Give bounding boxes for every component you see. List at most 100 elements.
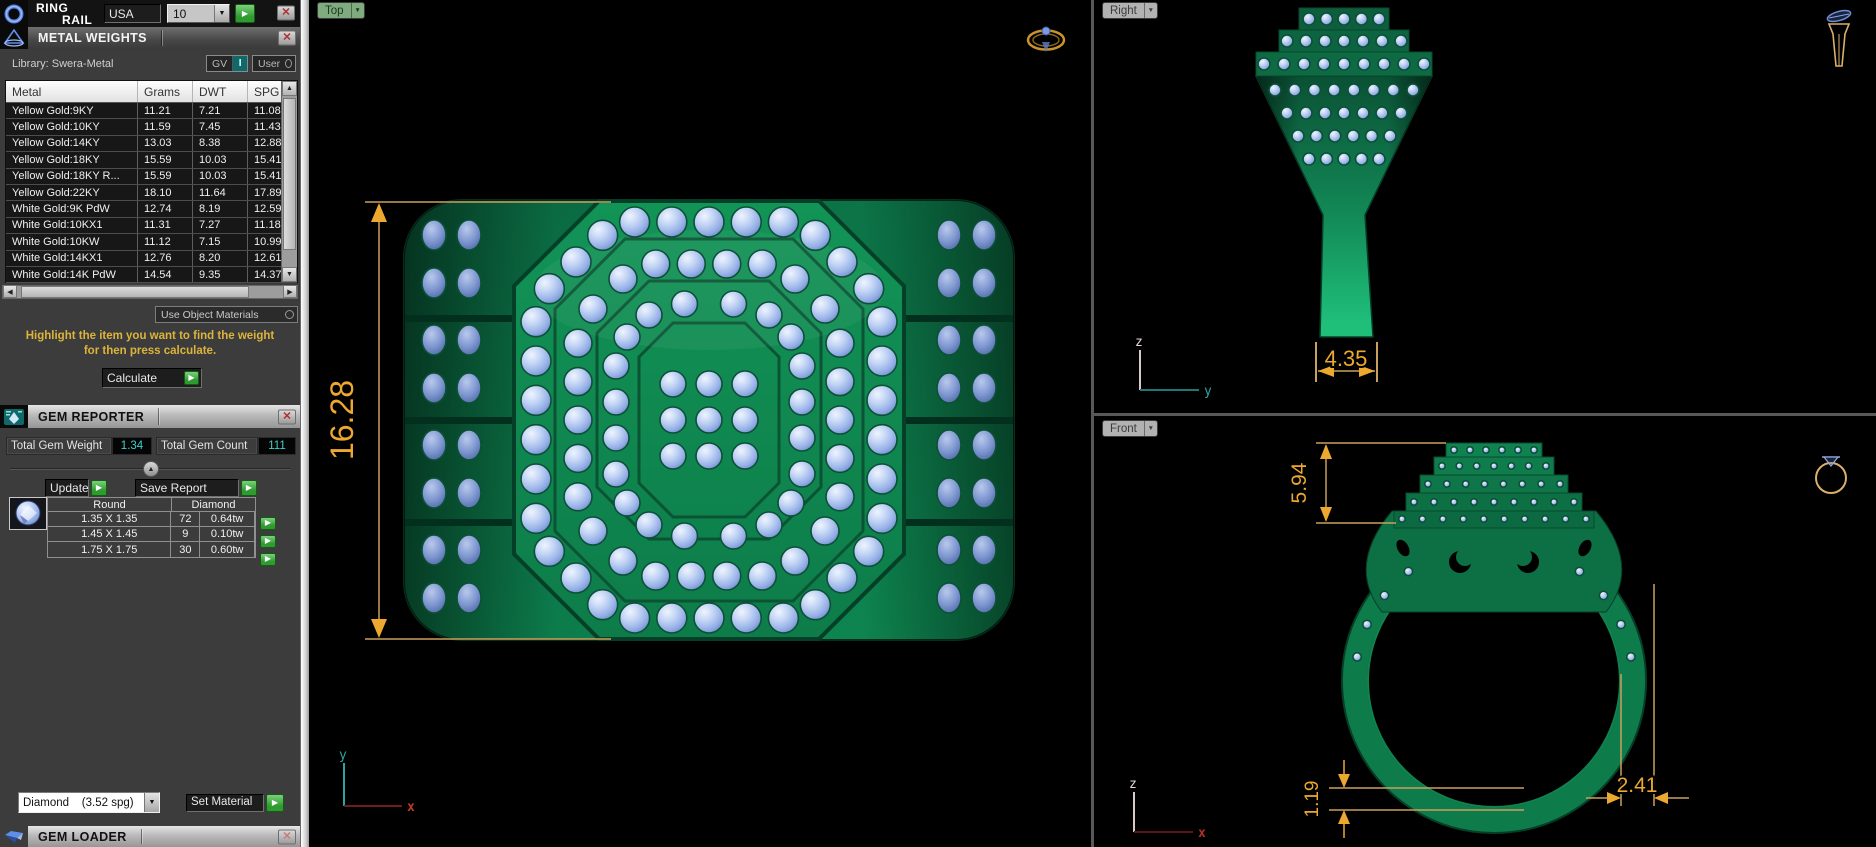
scroll-right-icon[interactable]: ▶ <box>283 285 297 298</box>
scroll-left-icon[interactable]: ◀ <box>3 285 17 298</box>
gv-toggle[interactable]: GV I <box>206 55 248 72</box>
metal-cell: 11.21 <box>138 103 193 119</box>
metal-weights-header[interactable]: METAL WEIGHTS ✕ <box>28 27 300 49</box>
scroll-up-icon[interactable]: ▲ <box>282 81 297 96</box>
metal-table-row[interactable]: Yellow Gold:9KY 11.21 7.21 11.08 <box>6 103 297 120</box>
col-header-grams[interactable]: Grams <box>138 81 193 102</box>
scrollbar-thumb[interactable] <box>283 98 296 250</box>
gem-table-header: Round Diamond <box>48 498 255 512</box>
gem-reporter-close-button[interactable]: ✕ <box>278 409 296 424</box>
library-row: Library: Swera-Metal GV I User <box>0 53 300 73</box>
metal-table-row[interactable]: Yellow Gold:10KY 11.59 7.45 11.43 <box>6 119 297 136</box>
gem-row-play-button[interactable] <box>260 552 276 566</box>
metal-table-row[interactable]: White Gold:14K PdW 14.54 9.35 14.37 <box>6 266 297 284</box>
set-material-button[interactable]: Set Material <box>186 794 264 812</box>
right-view-canvas[interactable]: 4.35 z y <box>1094 0 1876 413</box>
gem-table-row[interactable]: 1.75 X 1.75 30 0.60tw <box>48 542 255 557</box>
metal-table-row[interactable]: Yellow Gold:14KY 13.03 8.38 12.88 <box>6 135 297 153</box>
metal-table-row[interactable]: Yellow Gold:18KY 15.59 10.03 15.41 <box>6 152 297 169</box>
viewport-right[interactable]: 4.35 z y Right ▼ <box>1094 0 1876 413</box>
panel-collapse-divider: ▲ <box>10 461 290 477</box>
set-material-play-icon[interactable] <box>266 794 284 812</box>
chevron-down-icon[interactable]: ▼ <box>1143 421 1157 436</box>
viewport-label-right[interactable]: Right ▼ <box>1102 2 1158 19</box>
viewport-top[interactable]: 16.28 y x Top ▼ <box>309 0 1091 847</box>
gem-cell: 30 <box>171 542 201 557</box>
save-report-play-icon[interactable] <box>241 480 257 496</box>
metal-table-header[interactable]: Metal Grams DWT SPG <box>6 81 297 103</box>
dimension-4-35: 4.35 <box>1315 342 1378 382</box>
metal-table-row[interactable]: Yellow Gold:22KY 18.10 11.64 17.89 <box>6 184 297 202</box>
viewport-label-top[interactable]: Top ▼ <box>317 2 365 19</box>
update-button[interactable]: Update <box>45 479 89 497</box>
gem-table-row[interactable]: 1.35 X 1.35 72 0.64tw <box>48 512 255 527</box>
chevron-down-icon[interactable]: ▼ <box>214 5 229 22</box>
svg-text:2.41: 2.41 <box>1617 774 1658 797</box>
ring-size-select[interactable]: 10 ▼ <box>167 4 230 23</box>
gem-cell: 0.10tw <box>200 527 255 541</box>
chevron-down-icon[interactable]: ▼ <box>350 3 364 18</box>
viewport-label-front[interactable]: Front ▼ <box>1102 420 1158 437</box>
gem-cell: 0.60tw <box>200 542 255 557</box>
front-view-canvas[interactable]: 5.94 1.19 2.41 z x <box>1094 416 1876 847</box>
axis-indicator: z y <box>1135 335 1212 399</box>
ring-size-value: 10 <box>173 6 187 21</box>
collapse-up-button[interactable]: ▲ <box>143 461 159 477</box>
svg-text:4.35: 4.35 <box>1325 346 1368 371</box>
top-view-canvas[interactable]: 16.28 y x <box>309 0 1091 847</box>
gem-reporter-header[interactable]: GEM REPORTER ✕ <box>28 405 300 428</box>
library-label: Library: Swera-Metal <box>12 58 114 70</box>
metal-table-row[interactable]: White Gold:10KW 11.12 7.15 10.99 <box>6 234 297 251</box>
ring-rail-run-button[interactable] <box>235 4 255 23</box>
metal-weights-close-button[interactable]: ✕ <box>278 30 296 46</box>
panel-splitter[interactable] <box>300 0 309 847</box>
metal-cell: Yellow Gold:10KY <box>6 119 138 135</box>
ring-rail-close-button[interactable]: ✕ <box>277 5 295 21</box>
horizontal-scrollbar[interactable]: ◀ ▶ <box>2 285 298 299</box>
user-toggle[interactable]: User <box>252 55 296 72</box>
metal-table-row[interactable]: White Gold:9K PdW 12.74 8.19 12.59 <box>6 201 297 218</box>
chevron-down-icon[interactable]: ▼ <box>144 793 159 812</box>
metal-table-row[interactable]: Yellow Gold:18KY R... 15.59 10.03 15.41 <box>6 168 297 185</box>
calculate-button[interactable]: Calculate <box>102 368 202 388</box>
scrollbar-thumb[interactable] <box>21 286 249 298</box>
y-axis-label: y <box>339 748 347 763</box>
ring-side-icon <box>1026 26 1066 52</box>
metal-cell: 11.59 <box>138 119 193 135</box>
calculate-play-icon[interactable] <box>184 371 199 385</box>
gem-thumbnail[interactable] <box>9 497 47 530</box>
metal-cell: White Gold:9K PdW <box>6 201 138 217</box>
metal-cell: Yellow Gold:22KY <box>6 184 138 201</box>
use-object-materials-toggle[interactable]: Use Object Materials <box>155 306 298 323</box>
ring-rail-title-line2: RAIL <box>62 13 93 27</box>
tool-panel: RING RAIL 10 ▼ ✕ METAL WEIGHTS ✕ Library… <box>0 0 300 847</box>
material-select[interactable]: Diamond (3.52 spg) ▼ <box>18 792 160 813</box>
metal-cell: 11.12 <box>138 234 193 250</box>
metal-cell: 11.31 <box>138 217 193 234</box>
vertical-scrollbar[interactable]: ▲ ▼ <box>281 81 297 282</box>
material-select-value: Diamond (3.52 spg) <box>23 796 134 809</box>
viewport-front[interactable]: 5.94 1.19 2.41 z x Front ▼ <box>1094 416 1876 847</box>
gem-cell: 0.64tw <box>200 512 255 526</box>
gv-state: I <box>232 56 247 71</box>
chevron-down-icon[interactable]: ▼ <box>1143 3 1157 18</box>
save-report-button[interactable]: Save Report <box>135 479 239 497</box>
metal-cell: 9.35 <box>193 266 248 283</box>
z-axis-label: z <box>1129 777 1137 792</box>
metal-table-row[interactable]: White Gold:14KX1 12.76 8.20 12.61 <box>6 250 297 267</box>
metal-table-row[interactable]: White Gold:10KX1 11.31 7.27 11.18 <box>6 217 297 235</box>
region-input[interactable] <box>104 4 161 23</box>
gem-loader-close-button[interactable]: ✕ <box>278 829 296 844</box>
col-header-metal[interactable]: Metal <box>6 81 138 102</box>
gem-row-play-button[interactable] <box>260 516 276 530</box>
gem-row-play-button[interactable] <box>260 534 276 548</box>
update-play-icon[interactable] <box>91 480 107 496</box>
gem-loader-header[interactable]: GEM LOADER ✕ <box>28 826 300 847</box>
gem-table-row[interactable]: 1.45 X 1.45 9 0.10tw <box>48 527 255 542</box>
col-header-dwt[interactable]: DWT <box>193 81 248 102</box>
metal-cell: White Gold:10KW <box>6 234 138 250</box>
scroll-down-icon[interactable]: ▼ <box>282 267 297 282</box>
gem-cell: 72 <box>171 512 201 526</box>
metal-cell: 15.59 <box>138 152 193 168</box>
radio-icon <box>285 310 294 319</box>
